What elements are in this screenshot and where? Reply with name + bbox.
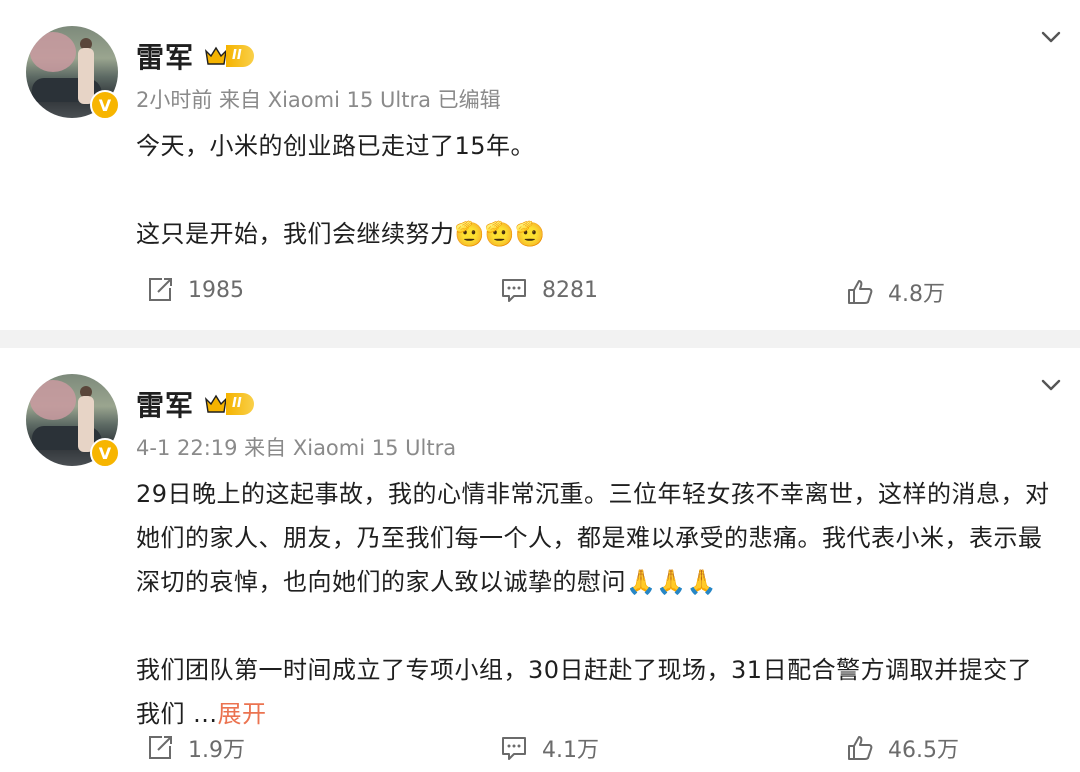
like-button[interactable]: 46.5万 bbox=[846, 732, 959, 764]
comment-icon bbox=[502, 279, 526, 302]
paragraph: 今天，小米的创业路已走过了15年。 bbox=[136, 132, 536, 160]
avatar[interactable]: V bbox=[26, 26, 120, 120]
comment-count: 4.1万 bbox=[542, 738, 599, 763]
post-meta: 2小时前 来自 Xiaomi 15 Ultra 已编辑 bbox=[136, 88, 501, 112]
repost-icon bbox=[149, 736, 172, 759]
action-bar: 1985 8281 4.8万 bbox=[0, 276, 1080, 316]
comment-button[interactable]: 4.1万 bbox=[500, 732, 599, 764]
weibo-post-2[interactable]: V 雷军 II 4-1 22:19 来自 Xiaomi 15 Ultra 29日… bbox=[0, 348, 1080, 769]
comment-icon bbox=[502, 737, 526, 760]
like-icon bbox=[848, 280, 873, 304]
like-count: 4.8万 bbox=[888, 282, 945, 307]
action-bar: 1.9万 4.1万 46.5万 bbox=[0, 732, 1080, 772]
paragraph: 29日晚上的这起事故，我的心情非常沉重。三位年轻女孩不幸离世，这样的消息，对她们… bbox=[136, 480, 1050, 596]
like-icon bbox=[848, 736, 873, 760]
vip-badge[interactable]: II bbox=[204, 393, 254, 415]
chevron-down-icon[interactable] bbox=[1040, 26, 1062, 48]
verified-icon: V bbox=[90, 90, 120, 120]
vip-level: II bbox=[226, 393, 254, 415]
expand-link[interactable]: 展开 bbox=[218, 700, 267, 728]
author-name[interactable]: 雷军 bbox=[136, 36, 194, 76]
author-row: 雷军 II bbox=[136, 384, 254, 424]
paragraph: 我们团队第一时间成立了专项小组，30日赶赴了现场，31日配合警方调取并提交了我们… bbox=[136, 656, 1033, 728]
weibo-post-1[interactable]: V 雷军 II 2小时前 来自 Xiaomi 15 Ultra 已编辑 今天，小… bbox=[0, 0, 1080, 330]
repost-button[interactable]: 1.9万 bbox=[146, 732, 245, 764]
paragraph-truncated: 我们团队第一时间成立了专项小组，30日赶赴了现场，31日配合警方调取并提交了我们… bbox=[136, 648, 1056, 736]
comment-count: 8281 bbox=[542, 277, 598, 303]
post-text: 29日晚上的这起事故，我的心情非常沉重。三位年轻女孩不幸离世，这样的消息，对她们… bbox=[136, 472, 1056, 736]
repost-count: 1985 bbox=[188, 277, 244, 303]
author-row: 雷军 II bbox=[136, 36, 254, 76]
like-button[interactable]: 4.8万 bbox=[846, 276, 945, 308]
post-divider bbox=[0, 330, 1080, 348]
repost-button[interactable]: 1985 bbox=[146, 276, 244, 304]
author-name[interactable]: 雷军 bbox=[136, 384, 194, 424]
repost-icon bbox=[149, 278, 172, 301]
vip-level: II bbox=[226, 45, 254, 67]
paragraph: 这只是开始，我们会继续努力🫡🫡🫡 bbox=[136, 220, 546, 248]
verified-icon: V bbox=[90, 438, 120, 468]
post-meta: 4-1 22:19 来自 Xiaomi 15 Ultra bbox=[136, 436, 457, 460]
vip-badge[interactable]: II bbox=[204, 45, 254, 67]
comment-button[interactable]: 8281 bbox=[500, 276, 598, 304]
crown-icon bbox=[204, 394, 228, 413]
chevron-down-icon[interactable] bbox=[1040, 374, 1062, 396]
like-count: 46.5万 bbox=[888, 738, 959, 763]
post-text: 今天，小米的创业路已走过了15年。 这只是开始，我们会继续努力🫡🫡🫡 bbox=[136, 124, 1056, 256]
repost-count: 1.9万 bbox=[188, 738, 245, 763]
crown-icon bbox=[204, 46, 228, 65]
avatar[interactable]: V bbox=[26, 374, 120, 468]
